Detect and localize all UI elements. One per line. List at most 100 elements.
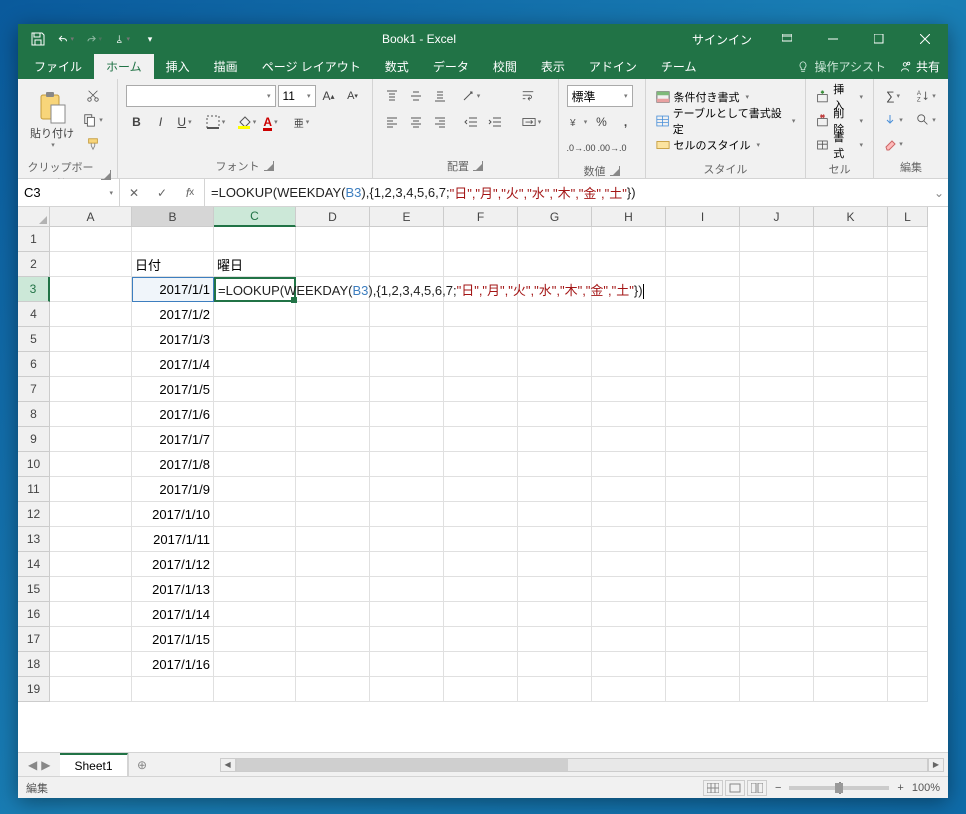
cell[interactable] <box>518 452 592 477</box>
cell[interactable] <box>444 327 518 352</box>
tab-page-layout[interactable]: ページ レイアウト <box>250 54 373 79</box>
fill-button[interactable]: ▾ <box>882 109 904 131</box>
cell[interactable] <box>296 452 370 477</box>
cell[interactable] <box>814 427 888 452</box>
cell[interactable] <box>50 427 132 452</box>
row-header[interactable]: 15 <box>18 577 50 602</box>
share-button[interactable]: 共有 <box>898 58 940 75</box>
zoom-thumb[interactable] <box>835 783 843 793</box>
cell[interactable] <box>740 277 814 302</box>
zoom-out-button[interactable]: − <box>775 782 781 794</box>
cell[interactable]: 2017/1/8 <box>132 452 214 477</box>
cell[interactable] <box>666 252 740 277</box>
cell[interactable] <box>814 527 888 552</box>
enter-formula-button[interactable]: ✓ <box>148 186 176 200</box>
cell[interactable] <box>888 377 928 402</box>
cell[interactable] <box>814 577 888 602</box>
name-box-input[interactable] <box>24 185 94 200</box>
cell[interactable] <box>296 627 370 652</box>
cell[interactable] <box>592 377 666 402</box>
cell[interactable] <box>888 627 928 652</box>
cell[interactable] <box>518 677 592 702</box>
cell[interactable] <box>740 327 814 352</box>
underline-button[interactable]: U▾ <box>174 111 196 133</box>
cell[interactable] <box>214 352 296 377</box>
number-format-combo[interactable]: 標準▾ <box>567 85 633 107</box>
maximize-button[interactable] <box>856 24 902 54</box>
cell[interactable] <box>370 652 444 677</box>
column-header[interactable]: A <box>50 207 132 227</box>
cell[interactable] <box>740 627 814 652</box>
signin-link[interactable]: サインイン <box>680 31 764 48</box>
cell[interactable] <box>444 527 518 552</box>
zoom-level[interactable]: 100% <box>912 782 940 794</box>
cell[interactable] <box>814 477 888 502</box>
normal-view-button[interactable] <box>703 780 723 796</box>
cell[interactable]: 2017/1/16 <box>132 652 214 677</box>
cell[interactable] <box>814 402 888 427</box>
dialog-launcher-icon[interactable] <box>264 161 274 171</box>
row-header[interactable]: 9 <box>18 427 50 452</box>
column-header[interactable]: D <box>296 207 370 227</box>
cell[interactable] <box>518 302 592 327</box>
cell[interactable] <box>666 602 740 627</box>
cell[interactable] <box>444 677 518 702</box>
zoom-in-button[interactable]: + <box>897 782 903 794</box>
redo-icon[interactable]: ▾ <box>86 31 102 47</box>
cell[interactable] <box>666 677 740 702</box>
cancel-formula-button[interactable]: ✕ <box>120 186 148 200</box>
cell[interactable] <box>592 552 666 577</box>
cell[interactable] <box>666 502 740 527</box>
cell[interactable] <box>50 277 132 302</box>
name-box[interactable]: ▾ <box>18 179 120 206</box>
font-size-combo[interactable]: 11▾ <box>278 85 316 107</box>
cell[interactable] <box>370 427 444 452</box>
format-as-table-button[interactable]: テーブルとして書式設定▾ <box>654 109 798 133</box>
ribbon-display-icon[interactable] <box>764 24 810 54</box>
cell[interactable] <box>296 377 370 402</box>
cell[interactable] <box>444 552 518 577</box>
column-header[interactable]: L <box>888 207 928 227</box>
border-button[interactable]: ▾ <box>205 111 227 133</box>
cell[interactable] <box>888 577 928 602</box>
cell[interactable] <box>666 652 740 677</box>
page-break-view-button[interactable] <box>747 780 767 796</box>
cell[interactable] <box>518 227 592 252</box>
cell[interactable] <box>444 452 518 477</box>
column-header[interactable]: F <box>444 207 518 227</box>
cell[interactable] <box>518 627 592 652</box>
cell[interactable] <box>214 227 296 252</box>
row-header[interactable]: 13 <box>18 527 50 552</box>
cell[interactable]: 2017/1/9 <box>132 477 214 502</box>
cell[interactable] <box>370 677 444 702</box>
cell[interactable] <box>444 227 518 252</box>
cell[interactable]: 2017/1/3 <box>132 327 214 352</box>
cell[interactable] <box>592 352 666 377</box>
cell[interactable] <box>740 552 814 577</box>
tab-addins[interactable]: アドイン <box>577 54 649 79</box>
cut-button[interactable] <box>82 85 104 107</box>
cell[interactable] <box>518 427 592 452</box>
cell[interactable] <box>214 527 296 552</box>
row-header[interactable]: 12 <box>18 502 50 527</box>
cell[interactable] <box>370 377 444 402</box>
cell[interactable] <box>740 452 814 477</box>
cell[interactable] <box>518 352 592 377</box>
cell[interactable] <box>740 677 814 702</box>
cell[interactable] <box>592 252 666 277</box>
cell[interactable] <box>888 677 928 702</box>
cell[interactable] <box>50 527 132 552</box>
cell[interactable]: 2017/1/7 <box>132 427 214 452</box>
align-center-button[interactable] <box>405 111 427 133</box>
cell[interactable]: 2017/1/1 <box>132 277 214 302</box>
cell[interactable] <box>50 402 132 427</box>
cell[interactable] <box>214 402 296 427</box>
close-button[interactable] <box>902 24 948 54</box>
horizontal-scrollbar[interactable] <box>236 758 928 772</box>
cell[interactable] <box>518 577 592 602</box>
cell[interactable] <box>50 302 132 327</box>
cell[interactable] <box>370 577 444 602</box>
cell[interactable] <box>214 502 296 527</box>
cell[interactable] <box>370 302 444 327</box>
cell[interactable] <box>444 602 518 627</box>
